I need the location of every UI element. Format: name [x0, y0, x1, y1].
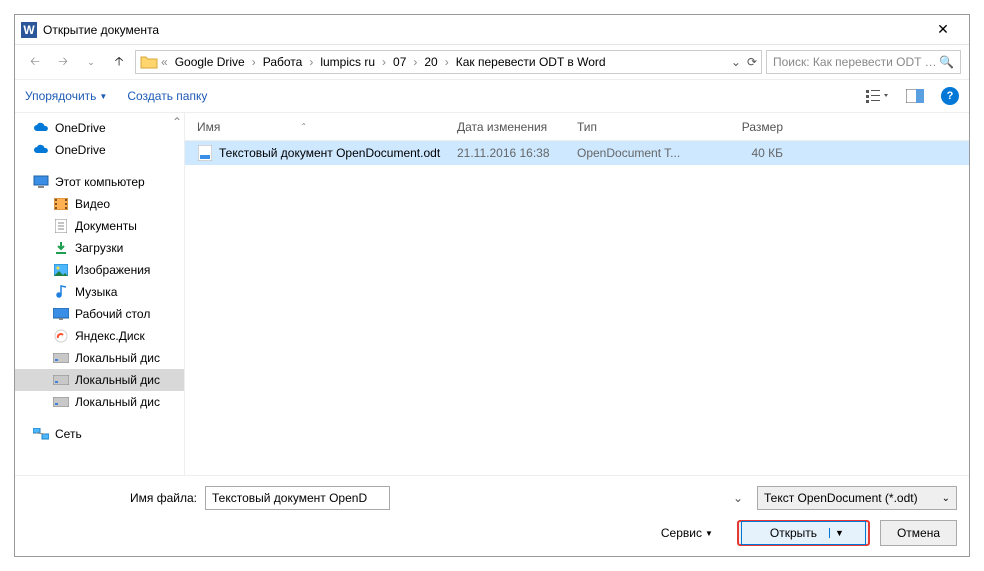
word-app-icon: W	[21, 22, 37, 38]
cloud-icon	[33, 120, 49, 136]
toolbar: Упорядочить▼ Создать папку ?	[15, 79, 969, 113]
tree-item-yandex-disk[interactable]: Яндекс.Диск	[15, 325, 184, 347]
breadcrumb-item[interactable]: lumpics ru	[316, 53, 379, 71]
help-button[interactable]: ?	[941, 87, 959, 105]
desktop-icon	[53, 306, 69, 322]
svg-text:W: W	[23, 23, 35, 37]
file-type: OpenDocument T...	[577, 146, 703, 160]
address-dropdown-icon[interactable]: ⌄	[731, 55, 741, 69]
odt-file-icon	[197, 145, 213, 161]
forward-button[interactable]: 🡢	[51, 50, 75, 74]
chevron-right-icon: ›	[381, 55, 387, 69]
column-size[interactable]: Размер	[703, 120, 783, 134]
titlebar: W Открытие документа ✕	[15, 15, 969, 45]
column-headers[interactable]: Имя ⌃ Дата изменения Тип Размер	[185, 113, 969, 141]
preview-pane-button[interactable]	[903, 84, 927, 108]
network-icon	[33, 426, 49, 442]
download-icon	[53, 240, 69, 256]
window-title: Открытие документа	[43, 23, 923, 37]
content-area: ⌃ OneDrive OneDrive Этот компьютер Видео…	[15, 113, 969, 475]
computer-icon	[33, 174, 49, 190]
drive-icon	[53, 350, 69, 366]
tree-item-pictures[interactable]: Изображения	[15, 259, 184, 281]
sort-indicator-icon: ⌃	[300, 122, 307, 131]
folder-icon	[140, 54, 158, 70]
chevron-icon: «	[160, 55, 169, 69]
search-input[interactable]: Поиск: Как перевести ODT в ... 🔍	[766, 50, 961, 74]
tree-item-onedrive[interactable]: OneDrive	[15, 117, 184, 139]
tree-item-onedrive[interactable]: OneDrive	[15, 139, 184, 161]
open-file-dialog: W Открытие документа ✕ 🡠 🡢 ⌄ 🡡 « Google …	[14, 14, 970, 557]
tree-item-local-disk[interactable]: Локальный дис	[15, 369, 184, 391]
column-name[interactable]: Имя	[197, 120, 220, 134]
column-type[interactable]: Тип	[577, 120, 703, 134]
drive-icon	[53, 394, 69, 410]
file-date: 21.11.2016 16:38	[457, 146, 577, 160]
file-list: Имя ⌃ Дата изменения Тип Размер Текстовый…	[185, 113, 969, 475]
chevron-right-icon: ›	[412, 55, 418, 69]
open-split-dropdown[interactable]: ▼	[829, 528, 849, 538]
view-options-button[interactable]	[865, 84, 889, 108]
breadcrumb-item[interactable]: Как перевести ODT в Word	[452, 53, 610, 71]
breadcrumb-item[interactable]: 20	[420, 53, 441, 71]
drive-icon	[53, 372, 69, 388]
filename-input[interactable]	[205, 486, 390, 510]
tree-item-this-pc[interactable]: Этот компьютер	[15, 171, 184, 193]
file-name: Текстовый документ OpenDocument.odt	[219, 146, 440, 160]
tree-item-local-disk[interactable]: Локальный дис	[15, 391, 184, 413]
chevron-down-icon: ⌄	[942, 493, 950, 504]
tree-item-documents[interactable]: Документы	[15, 215, 184, 237]
navigation-tree[interactable]: ⌃ OneDrive OneDrive Этот компьютер Видео…	[15, 113, 185, 475]
open-button[interactable]: Открыть ▼	[741, 521, 866, 545]
music-icon	[53, 284, 69, 300]
breadcrumb-item[interactable]: Работа	[259, 53, 307, 71]
dialog-footer: Имя файла: ⌄ Текст OpenDocument (*.odt) …	[15, 475, 969, 556]
file-size: 40 КБ	[703, 146, 783, 160]
refresh-icon[interactable]: ⟳	[747, 55, 757, 69]
file-row[interactable]: Текстовый документ OpenDocument.odt 21.1…	[185, 141, 969, 165]
tree-item-music[interactable]: Музыка	[15, 281, 184, 303]
tree-item-desktop[interactable]: Рабочий стол	[15, 303, 184, 325]
tools-dropdown[interactable]: Сервис▼	[661, 526, 713, 540]
video-icon	[53, 196, 69, 212]
tree-item-local-disk[interactable]: Локальный дис	[15, 347, 184, 369]
breadcrumb-item[interactable]: Google Drive	[171, 53, 249, 71]
document-icon	[53, 218, 69, 234]
filename-label: Имя файла:	[27, 491, 197, 505]
recent-dropdown[interactable]: ⌄	[79, 50, 103, 74]
chevron-right-icon: ›	[308, 55, 314, 69]
breadcrumb-item[interactable]: 07	[389, 53, 410, 71]
tree-item-network[interactable]: Сеть	[15, 423, 184, 445]
open-button-highlight: Открыть ▼	[737, 520, 870, 546]
up-button[interactable]: 🡡	[107, 50, 131, 74]
scroll-up-icon[interactable]: ⌃	[172, 115, 182, 129]
cancel-button[interactable]: Отмена	[880, 520, 957, 546]
search-placeholder: Поиск: Как перевести ODT в ...	[773, 55, 939, 69]
back-button[interactable]: 🡠	[23, 50, 47, 74]
chevron-right-icon: ›	[251, 55, 257, 69]
filetype-dropdown[interactable]: Текст OpenDocument (*.odt) ⌄	[757, 486, 957, 510]
address-bar[interactable]: « Google Drive › Работа › lumpics ru › 0…	[135, 50, 762, 74]
yandex-disk-icon	[53, 328, 69, 344]
search-icon: 🔍	[939, 55, 954, 69]
organize-button[interactable]: Упорядочить▼	[25, 89, 107, 103]
new-folder-button[interactable]: Создать папку	[127, 89, 207, 103]
navigation-bar: 🡠 🡢 ⌄ 🡡 « Google Drive › Работа › lumpic…	[15, 45, 969, 79]
column-date[interactable]: Дата изменения	[457, 120, 577, 134]
pictures-icon	[53, 262, 69, 278]
chevron-right-icon: ›	[444, 55, 450, 69]
cloud-icon	[33, 142, 49, 158]
tree-item-videos[interactable]: Видео	[15, 193, 184, 215]
close-button[interactable]: ✕	[923, 15, 963, 44]
dropdown-icon: ⌄	[733, 491, 743, 505]
tree-item-downloads[interactable]: Загрузки	[15, 237, 184, 259]
